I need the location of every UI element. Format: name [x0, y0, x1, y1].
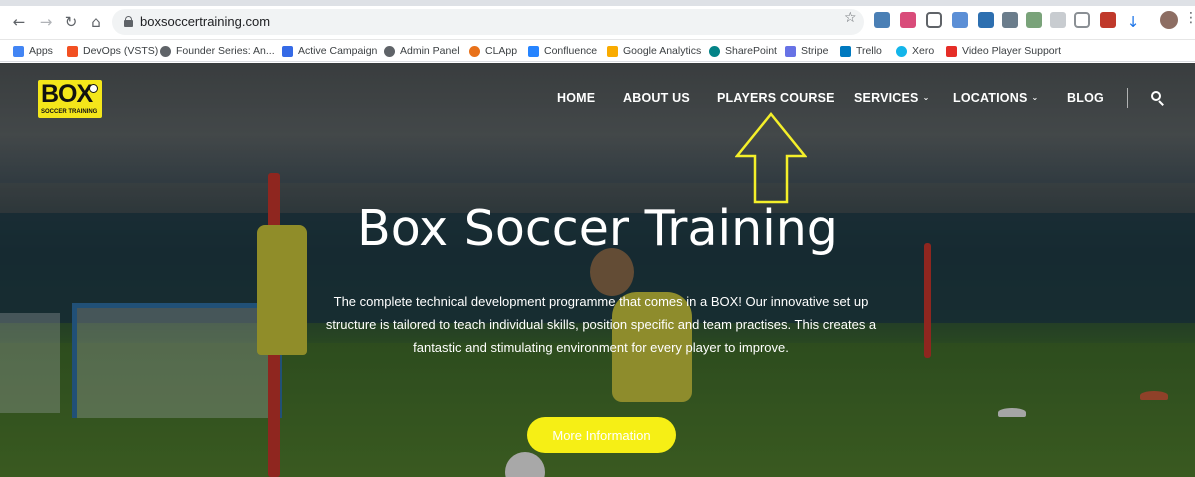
bookmark-label: Active Campaign	[298, 45, 378, 57]
bookmark-founder-series[interactable]: Founder Series: An...	[160, 44, 275, 58]
bookmark-trello[interactable]: Trello	[840, 44, 882, 58]
extension-icon[interactable]	[978, 12, 994, 28]
annotation-arrow-icon	[735, 112, 807, 204]
bookmark-clapp[interactable]: CLApp	[469, 44, 517, 58]
bookmark-label: Xero	[912, 45, 935, 57]
menu-icon[interactable]: ⋮	[1184, 10, 1195, 26]
bookmark-label: Stripe	[801, 45, 829, 57]
camera-extension-icon[interactable]	[1074, 12, 1090, 28]
bookmark-label: CLApp	[485, 45, 518, 57]
extension-icon[interactable]	[874, 12, 890, 28]
globe-icon	[384, 45, 395, 57]
bookmark-admin-panel[interactable]: Admin Panel	[384, 44, 460, 58]
bookmark-stripe[interactable]: Stripe	[785, 44, 828, 58]
address-bar-url: boxsoccertraining.com	[140, 14, 271, 29]
chevron-down-icon: ⌄	[1031, 93, 1039, 102]
address-bar[interactable]: boxsoccertraining.com	[112, 9, 864, 35]
more-information-button[interactable]: More Information	[527, 417, 676, 453]
youtube-icon	[946, 45, 957, 57]
lock-icon	[124, 16, 133, 27]
bookmark-label: Founder Series: An...	[176, 45, 275, 57]
chevron-down-icon: ⌄	[922, 93, 930, 102]
sharepoint-icon	[709, 45, 720, 57]
hero-background	[0, 63, 1195, 477]
hero-title: Box Soccer Training	[357, 200, 838, 257]
browser-toolbar: ← → ↻ ⌂ boxsoccertraining.com ☆ ↓ ⋮	[0, 0, 1195, 40]
active-campaign-icon	[282, 45, 293, 57]
bookmarks-bar: Apps DevOps (VSTS) Founder Series: An...…	[0, 40, 1195, 62]
nav-about-us[interactable]: ABOUT US	[623, 91, 690, 105]
logo-ball-icon	[89, 84, 98, 93]
bookmark-label: SharePoint	[725, 45, 777, 57]
confluence-icon	[528, 45, 539, 57]
bookmark-label: Admin Panel	[400, 45, 460, 57]
hero-description: The complete technical development progr…	[325, 294, 877, 355]
forward-arrow-icon[interactable]: →	[37, 13, 55, 31]
pocket-extension-icon[interactable]	[900, 12, 916, 28]
nav-locations[interactable]: LOCATIONS ⌄	[953, 91, 1038, 105]
profile-avatar[interactable]	[1160, 11, 1178, 29]
nav-blog[interactable]: BLOG	[1067, 91, 1104, 105]
bookmark-label: Trello	[856, 45, 882, 57]
extension-icon[interactable]	[1002, 12, 1018, 28]
globe-icon	[160, 45, 171, 57]
bookmark-label: DevOps (VSTS)	[83, 45, 159, 57]
reload-icon[interactable]: ↻	[62, 13, 80, 31]
clapp-icon	[469, 45, 480, 57]
extension-icon[interactable]	[952, 12, 968, 28]
bookmark-devops[interactable]: DevOps (VSTS)	[67, 44, 158, 58]
nav-services-label: SERVICES	[854, 91, 919, 105]
bookmark-active-campaign[interactable]: Active Campaign	[282, 44, 377, 58]
nav-divider	[1127, 88, 1128, 108]
back-arrow-icon[interactable]: ←	[10, 13, 28, 31]
tab-strip	[0, 0, 1195, 6]
home-icon[interactable]: ⌂	[87, 13, 105, 31]
bookmark-confluence[interactable]: Confluence	[528, 44, 597, 58]
bookmark-label: Google Analytics	[623, 45, 702, 57]
nav-home[interactable]: HOME	[557, 91, 595, 105]
extension-icon[interactable]	[1026, 12, 1042, 28]
stripe-icon	[785, 45, 796, 57]
nav-players-course[interactable]: PLAYERS COURSE	[717, 91, 835, 105]
logo-subtitle: SOCCER TRAINING	[41, 109, 98, 115]
nav-locations-label: LOCATIONS	[953, 91, 1028, 105]
bookmark-label: Confluence	[544, 45, 598, 57]
xero-icon	[896, 45, 907, 57]
nav-services[interactable]: SERVICES ⌄	[854, 91, 930, 105]
bookmark-apps[interactable]: Apps	[13, 44, 53, 58]
bookmark-xero[interactable]: Xero	[896, 44, 934, 58]
logo-wordmark: BOX	[41, 80, 93, 108]
bookmark-google-analytics[interactable]: Google Analytics	[607, 44, 701, 58]
bookmark-sharepoint[interactable]: SharePoint	[709, 44, 777, 58]
bookmark-video-player-support[interactable]: Video Player Support	[946, 44, 1061, 58]
site-logo[interactable]: BOX SOCCER TRAINING	[38, 80, 102, 118]
search-icon[interactable]	[1151, 91, 1165, 106]
bookmark-star-icon[interactable]: ☆	[844, 10, 857, 26]
download-icon[interactable]: ↓	[1124, 13, 1142, 31]
analytics-icon	[607, 45, 618, 57]
trello-icon	[840, 45, 851, 57]
devops-icon	[67, 45, 78, 57]
shield-extension-icon[interactable]	[926, 12, 942, 28]
bookmark-label: Video Player Support	[962, 45, 1062, 57]
apps-grid-icon	[13, 45, 24, 57]
bookmark-label: Apps	[29, 45, 53, 57]
hero-overlay	[0, 63, 1195, 477]
pdf-extension-icon[interactable]	[1100, 12, 1116, 28]
extension-icon[interactable]	[1050, 12, 1066, 28]
